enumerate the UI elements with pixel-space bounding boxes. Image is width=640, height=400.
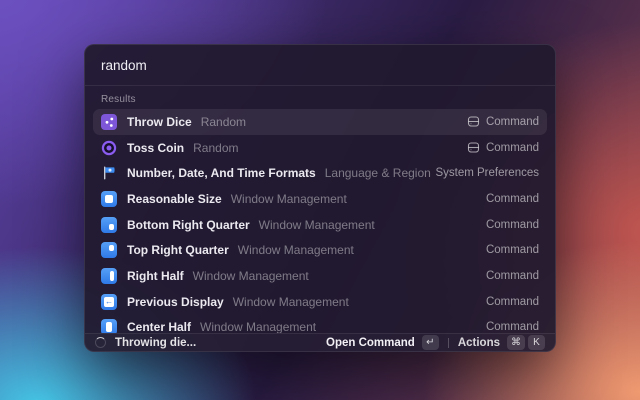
result-subtitle: Window Management	[231, 192, 347, 206]
result-type: Command	[486, 244, 539, 256]
results-section-header: Results	[85, 86, 555, 109]
result-type: Command	[486, 219, 539, 231]
result-type: Command	[486, 321, 539, 333]
result-type: Command	[486, 116, 539, 128]
result-subtitle: Window Management	[200, 320, 316, 333]
result-subtitle: Window Management	[259, 218, 375, 232]
flag-icon	[101, 165, 117, 181]
coin-icon	[101, 140, 117, 156]
list-item-top-right-quarter[interactable]: Top Right Quarter Window Management Comm…	[93, 237, 547, 263]
status-text: Throwing die...	[115, 337, 196, 349]
result-subtitle: Window Management	[233, 295, 349, 309]
open-command-label: Open Command	[326, 337, 415, 349]
window-center-icon	[101, 191, 117, 207]
search-bar	[85, 45, 555, 85]
result-title: Previous Display	[127, 295, 224, 309]
window-center-half-icon	[101, 319, 117, 333]
result-subtitle: Language & Region	[325, 166, 431, 180]
footer-divider	[448, 338, 449, 348]
result-subtitle: Random	[201, 115, 246, 129]
loading-spinner-icon	[95, 337, 106, 348]
result-type: Command	[486, 296, 539, 308]
command-icon	[467, 115, 480, 128]
result-type: System Preferences	[435, 167, 539, 179]
window-bottom-right-icon	[101, 217, 117, 233]
window-top-right-icon	[101, 242, 117, 258]
return-key-badge: ↵	[422, 335, 439, 350]
list-item-right-half[interactable]: Right Half Window Management Command	[93, 263, 547, 289]
result-title: Reasonable Size	[127, 192, 222, 206]
result-type: Command	[486, 270, 539, 282]
actions-button[interactable]: Actions ⌘ K	[458, 335, 545, 350]
list-item-reasonable-size[interactable]: Reasonable Size Window Management Comman…	[93, 186, 547, 212]
result-title: Right Half	[127, 269, 184, 283]
result-title: Toss Coin	[127, 141, 184, 155]
cmd-key-badge: ⌘	[507, 335, 525, 350]
list-item-center-half[interactable]: Center Half Window Management Command	[93, 315, 547, 334]
footer-bar: Throwing die... Open Command ↵ Actions ⌘…	[85, 333, 555, 351]
open-command-button[interactable]: Open Command ↵	[326, 335, 439, 350]
result-title: Throw Dice	[127, 115, 192, 129]
list-item-bottom-right-quarter[interactable]: Bottom Right Quarter Window Management C…	[93, 212, 547, 238]
actions-label: Actions	[458, 337, 500, 349]
result-title: Bottom Right Quarter	[127, 218, 250, 232]
result-type: Command	[486, 142, 539, 154]
list-item-number-date-time-formats[interactable]: Number, Date, And Time Formats Language …	[93, 160, 547, 186]
result-title: Top Right Quarter	[127, 243, 229, 257]
result-subtitle: Window Management	[238, 243, 354, 257]
command-icon	[467, 141, 480, 154]
result-title: Number, Date, And Time Formats	[127, 166, 316, 180]
list-item-toss-coin[interactable]: Toss Coin Random Command	[93, 135, 547, 161]
result-type: Command	[486, 193, 539, 205]
result-title: Center Half	[127, 320, 191, 333]
launcher-window: Results Throw Dice Random Command Toss C…	[84, 44, 556, 352]
results-list: Throw Dice Random Command Toss Coin Rand…	[85, 109, 555, 333]
list-item-previous-display[interactable]: Previous Display Window Management Comma…	[93, 289, 547, 315]
window-right-half-icon	[101, 268, 117, 284]
dice-icon	[101, 114, 117, 130]
list-item-throw-dice[interactable]: Throw Dice Random Command	[93, 109, 547, 135]
search-input[interactable]	[101, 58, 539, 73]
previous-display-icon	[101, 294, 117, 310]
result-subtitle: Random	[193, 141, 238, 155]
result-subtitle: Window Management	[193, 269, 309, 283]
k-key-badge: K	[528, 335, 545, 350]
